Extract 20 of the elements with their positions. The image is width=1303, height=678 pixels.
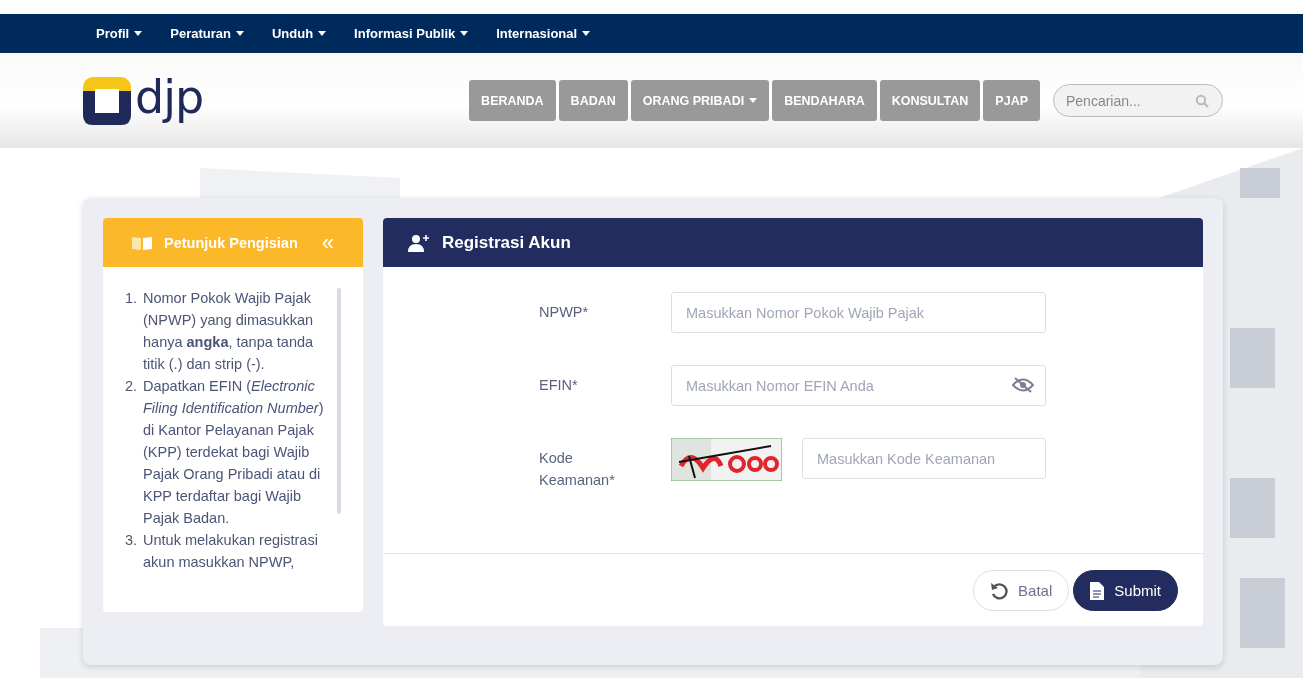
nav-button[interactable]: BERANDA bbox=[469, 80, 556, 121]
nav-button[interactable]: PJAP bbox=[983, 80, 1040, 121]
menu-link[interactable]: Unduh bbox=[260, 26, 338, 41]
nav-button[interactable]: BADAN bbox=[558, 80, 628, 121]
caret-icon bbox=[235, 31, 244, 36]
search-field[interactable]: Pencarian... bbox=[1053, 84, 1223, 117]
nav-button[interactable]: KONSULTAN bbox=[879, 80, 981, 121]
menu-link[interactable]: Peraturan bbox=[159, 26, 255, 41]
caret-icon bbox=[318, 31, 327, 36]
caret-icon bbox=[749, 98, 758, 103]
search-icon bbox=[1195, 94, 1209, 108]
caret-icon bbox=[460, 31, 469, 36]
nav-button[interactable]: BENDAHARA bbox=[772, 80, 877, 121]
logo-icon bbox=[83, 76, 131, 125]
menu-link[interactable]: Profil bbox=[85, 26, 154, 41]
menu-link[interactable]: Informasi Publik bbox=[343, 26, 480, 41]
nav-button[interactable]: ORANG PRIBADI bbox=[630, 80, 770, 121]
menu-link[interactable]: Internasional bbox=[485, 26, 602, 41]
caret-icon bbox=[134, 31, 143, 36]
caret-icon bbox=[582, 31, 591, 36]
